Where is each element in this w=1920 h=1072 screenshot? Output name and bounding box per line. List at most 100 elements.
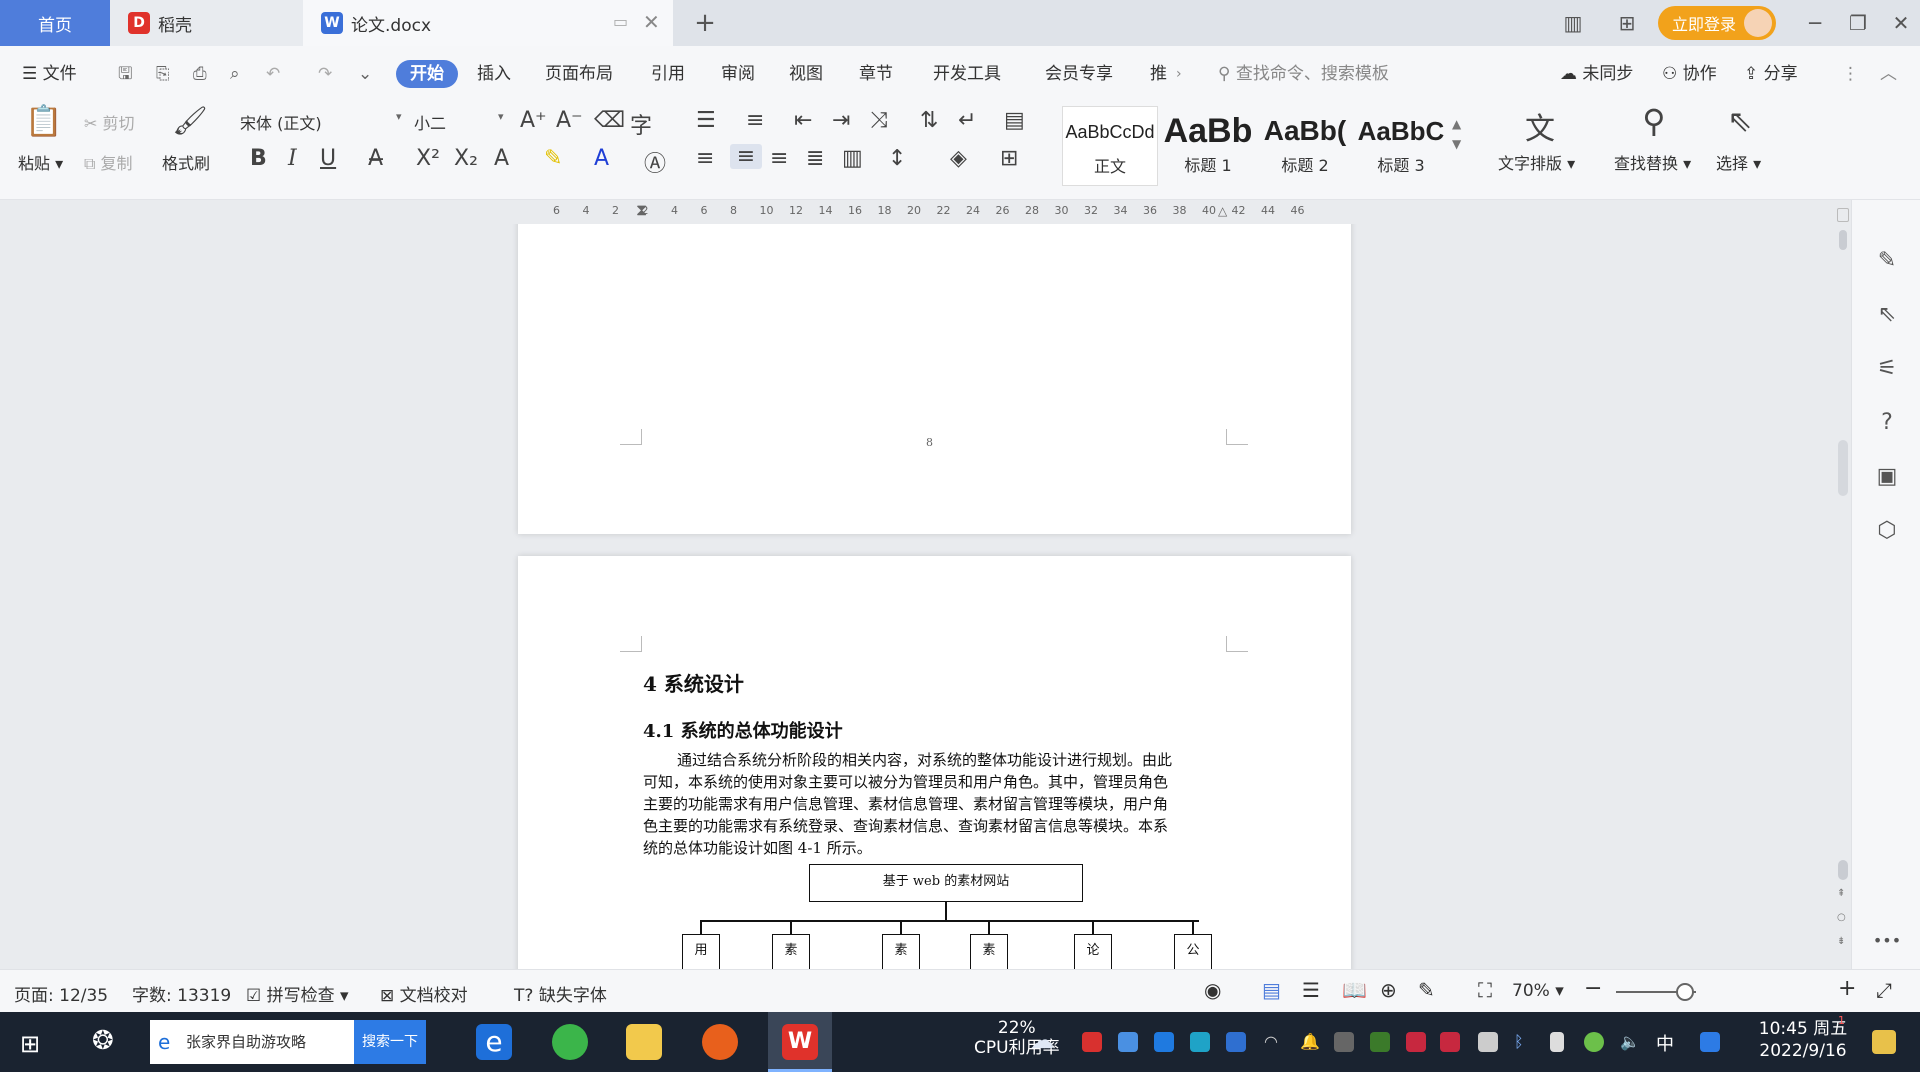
menu-page-layout[interactable]: 页面布局 bbox=[545, 60, 613, 88]
text-direction-icon[interactable]: ⤨ bbox=[870, 108, 888, 133]
menu-start[interactable]: 开始 bbox=[396, 60, 458, 88]
export-icon[interactable]: ⎘ bbox=[156, 60, 170, 88]
menu-insert[interactable]: 插入 bbox=[477, 60, 511, 88]
share-button[interactable]: ⇪ 分享 bbox=[1744, 60, 1798, 88]
close-tab-icon[interactable]: ✕ bbox=[643, 10, 660, 34]
print-icon[interactable]: ⎙ bbox=[193, 60, 207, 88]
style-heading-2[interactable]: AaBb( 标题 2 bbox=[1257, 106, 1353, 186]
save-icon[interactable]: 🖫 bbox=[118, 60, 132, 88]
select-button[interactable]: 选择 ▾ bbox=[1716, 150, 1761, 174]
web-view-icon[interactable]: ⊕ bbox=[1380, 978, 1397, 1002]
right-indent-marker-icon[interactable]: △ bbox=[1218, 204, 1227, 218]
show-marks-icon[interactable]: ↵ bbox=[958, 108, 976, 133]
app-360-icon[interactable]: ❂ bbox=[92, 1026, 114, 1056]
help-icon[interactable]: ? bbox=[1872, 408, 1902, 438]
increase-indent-icon[interactable]: ⇥ bbox=[832, 108, 850, 133]
zoom-slider-thumb[interactable] bbox=[1676, 983, 1694, 1001]
menu-review[interactable]: 审阅 bbox=[721, 60, 755, 88]
file-menu[interactable]: ☰ 文件 bbox=[22, 60, 77, 88]
horizontal-ruler[interactable]: 6 4 2 2 4 6 8 10 12 14 16 18 20 22 24 26 28 30 32 34 36 38 40 4… bbox=[0, 200, 1835, 224]
tray-green-icon[interactable] bbox=[1370, 1032, 1390, 1052]
paste-icon[interactable]: 📋 bbox=[24, 104, 64, 139]
close-window-icon[interactable]: ✕ bbox=[1888, 10, 1914, 36]
quick-access-chevron-icon[interactable]: ⌄ bbox=[358, 60, 372, 88]
indent-marker-icon[interactable]: ⧗ bbox=[636, 200, 647, 220]
undo-icon[interactable]: ↶ bbox=[266, 60, 280, 88]
apps-grid-icon[interactable]: ⊞ bbox=[1614, 10, 1640, 36]
tray-app-icon[interactable] bbox=[1440, 1032, 1460, 1052]
battery-icon[interactable] bbox=[1478, 1032, 1498, 1052]
word-count[interactable]: 字数: 13319 bbox=[132, 981, 231, 1006]
italic-icon[interactable]: I bbox=[288, 146, 297, 171]
decrease-indent-icon[interactable]: ⇤ bbox=[794, 108, 812, 133]
page-count[interactable]: 页面: 12/35 bbox=[14, 981, 108, 1006]
superscript-icon[interactable]: X² bbox=[416, 146, 440, 171]
align-left-icon[interactable]: ≡ bbox=[696, 146, 714, 171]
vertical-scrollbar[interactable]: ⇞ ○ ⇟ bbox=[1835, 200, 1851, 969]
align-right-icon[interactable]: ≡ bbox=[770, 146, 788, 171]
wifi-icon[interactable]: ◠ bbox=[1264, 1032, 1284, 1052]
text-layout-button[interactable]: 文字排版 ▾ bbox=[1498, 150, 1575, 174]
char-border-icon[interactable]: Ⓐ bbox=[644, 146, 666, 178]
notification-bell-icon[interactable]: 🔔 bbox=[1300, 1032, 1320, 1052]
font-family-select[interactable]: 宋体 (正文) ▾ bbox=[240, 110, 410, 134]
text-effect-icon[interactable]: A bbox=[494, 146, 509, 171]
tab-home[interactable]: 首页 bbox=[0, 0, 110, 46]
scroll-up-handle[interactable] bbox=[1839, 230, 1847, 250]
menu-chapter[interactable]: 章节 bbox=[859, 60, 893, 88]
tray-app-blue-icon[interactable] bbox=[1118, 1032, 1138, 1052]
security-icon[interactable]: ⬡ bbox=[1872, 516, 1902, 546]
spell-check-button[interactable]: ☑ 拼写检查 ▾ bbox=[246, 981, 349, 1006]
menu-view[interactable]: 视图 bbox=[789, 60, 823, 88]
start-windows-icon[interactable]: ⊞ bbox=[20, 1030, 40, 1058]
more-tools-icon[interactable]: ••• bbox=[1872, 926, 1902, 956]
fullscreen-icon[interactable]: ⤢ bbox=[1876, 978, 1892, 1002]
eye-protection-icon[interactable]: ◉ bbox=[1204, 978, 1221, 1002]
browser-360-icon[interactable] bbox=[552, 1024, 588, 1060]
menu-developer[interactable]: 开发工具 bbox=[933, 60, 1001, 88]
ime-indicator[interactable]: 中 bbox=[1656, 1030, 1674, 1056]
document-canvas[interactable]: 8 4 系统设计 4.1 系统的总体功能设计 通过结合系统分析阶段的相关内容，对… bbox=[0, 224, 1835, 969]
menu-recommend[interactable]: 推 bbox=[1150, 60, 1167, 88]
document-page-previous[interactable]: 8 bbox=[518, 224, 1351, 534]
font-color-icon[interactable]: A bbox=[594, 146, 609, 171]
zoom-level[interactable]: 70% ▾ bbox=[1512, 981, 1564, 1001]
bold-icon[interactable]: B bbox=[250, 146, 267, 171]
select-cursor-icon[interactable]: ⇖ bbox=[1720, 104, 1760, 139]
menu-references[interactable]: 引用 bbox=[651, 60, 685, 88]
taskbar-search-button[interactable]: 搜索一下 bbox=[354, 1020, 426, 1064]
outline-view-icon[interactable]: ☰ bbox=[1302, 978, 1320, 1002]
next-page-icon[interactable]: ⇟ bbox=[1837, 936, 1845, 947]
reading-view-icon[interactable]: 📖 bbox=[1342, 978, 1367, 1002]
pinyin-guide-icon[interactable]: 字 bbox=[630, 108, 652, 140]
pin-window-icon[interactable]: ▭ bbox=[613, 12, 628, 31]
clear-format-icon[interactable]: ⌫ bbox=[594, 108, 625, 133]
pointer-icon[interactable]: ⇖ bbox=[1872, 300, 1902, 330]
bullets-icon[interactable]: ☰ bbox=[696, 108, 716, 133]
tray-app-red-icon[interactable] bbox=[1082, 1032, 1102, 1052]
previous-page-icon[interactable]: ⇞ bbox=[1837, 888, 1845, 899]
more-options-icon[interactable]: ⋮ bbox=[1842, 60, 1859, 88]
style-heading-1[interactable]: AaBb 标题 1 bbox=[1160, 106, 1256, 186]
style-heading-3[interactable]: AaBbC 标题 3 bbox=[1353, 106, 1449, 186]
strikethrough-icon[interactable]: A̶ bbox=[368, 146, 383, 171]
login-button[interactable]: 立即登录 bbox=[1658, 6, 1776, 40]
collapse-ribbon-icon[interactable]: ︿ bbox=[1880, 60, 1897, 88]
action-center-icon[interactable] bbox=[1872, 1030, 1896, 1054]
redo-icon[interactable]: ↷ bbox=[318, 60, 332, 88]
wps-taskbar-button[interactable]: W bbox=[768, 1012, 832, 1072]
paste-button[interactable]: 粘贴 ▾ bbox=[18, 150, 63, 174]
justify-icon[interactable]: ≣ bbox=[806, 146, 824, 171]
distributed-icon[interactable]: ▥ bbox=[842, 146, 863, 171]
game-app-icon[interactable] bbox=[702, 1024, 738, 1060]
scrollbar-thumb[interactable] bbox=[1838, 440, 1848, 496]
cut-button[interactable]: ✂ 剪切 bbox=[84, 110, 135, 134]
ie-browser-icon[interactable]: e bbox=[476, 1024, 512, 1060]
font-size-select[interactable]: 小二 ▾ bbox=[414, 110, 504, 134]
underline-icon[interactable]: U bbox=[320, 146, 336, 171]
zoom-out-icon[interactable]: − bbox=[1584, 976, 1602, 1001]
command-search[interactable]: ⚲ 查找命令、搜索模板 bbox=[1218, 60, 1389, 88]
styles-scroll-icon[interactable]: ▲ ▼ bbox=[1452, 114, 1461, 154]
tray-q-icon[interactable] bbox=[1700, 1032, 1720, 1052]
usb-device-icon[interactable] bbox=[1550, 1032, 1564, 1052]
